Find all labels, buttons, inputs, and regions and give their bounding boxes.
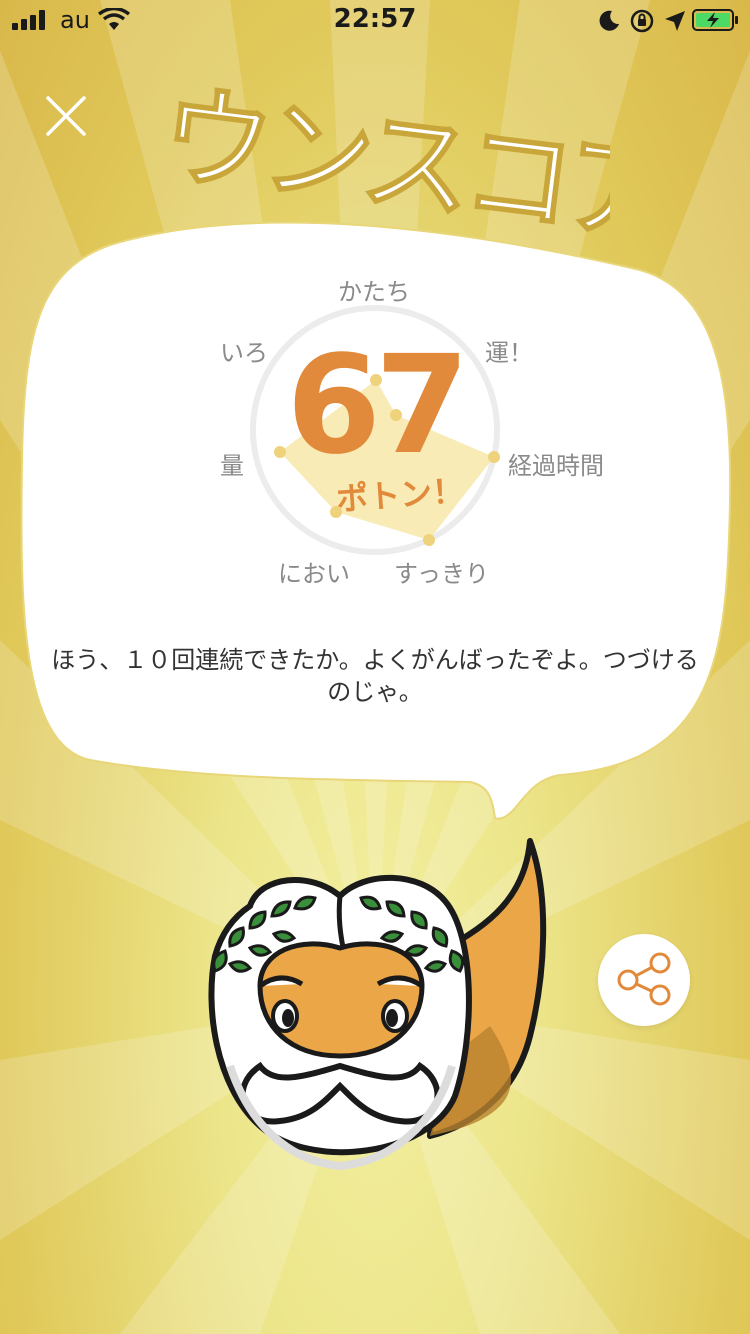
mascot-message: ほう、１０回連続できたか。よくがんばったぞよ。つづけるのじゃ。 xyxy=(51,646,699,706)
radar-label-shape: かたち xyxy=(338,278,410,306)
share-button[interactable] xyxy=(598,934,690,1026)
radar-label-color: いろ xyxy=(220,339,268,367)
radar-point xyxy=(423,534,435,546)
radar-point xyxy=(488,451,500,463)
radar-label-amount: 量 xyxy=(220,452,244,480)
radar-label-smell: におい xyxy=(278,560,350,588)
radar-label-elapsed: 経過時間 xyxy=(508,452,604,480)
score-value: 67 xyxy=(286,327,469,485)
mascot-character xyxy=(208,838,547,1171)
radar-label-clear: すっきり xyxy=(394,560,490,588)
radar-label-luck: 運！ xyxy=(485,339,533,367)
share-icon xyxy=(617,952,671,1006)
